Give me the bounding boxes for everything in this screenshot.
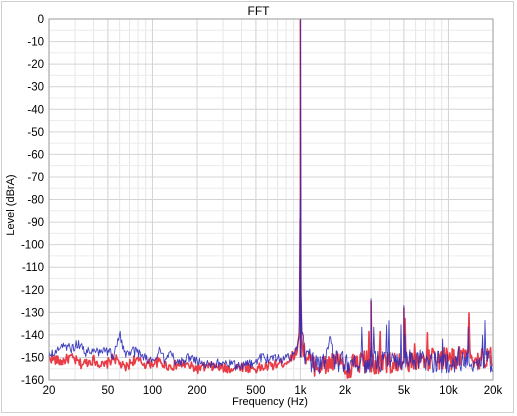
y-tick-label: -50 xyxy=(27,127,44,139)
x-tick-label: 100 xyxy=(143,385,162,397)
y-tick-label: -60 xyxy=(27,149,44,161)
y-tick-label: -130 xyxy=(21,307,44,319)
y-tick-label: -140 xyxy=(21,330,44,342)
y-tick-label: -40 xyxy=(27,104,44,116)
x-tick-label: 5k xyxy=(398,385,410,397)
y-tick-label: -80 xyxy=(27,195,44,207)
x-tick-label: 2k xyxy=(339,385,351,397)
y-tick-label: -160 xyxy=(21,375,44,387)
fft-plot[interactable]: 0 -10 -20 -30 -40 -50 -60 -70 -80 -90 -100 -110 -120… xyxy=(0,0,517,416)
x-tick-label: 500 xyxy=(246,385,265,397)
x-tick-label: 20k xyxy=(484,385,503,397)
y-tick-label: -20 xyxy=(27,59,44,71)
x-tick-label: 200 xyxy=(187,385,206,397)
y-tick-label: -90 xyxy=(27,217,44,229)
x-tick-label: 50 xyxy=(101,385,114,397)
y-tick-label: 0 xyxy=(38,14,44,26)
y-tick-label: -150 xyxy=(21,352,44,364)
fft-chart-window: FFT Level (dBrA) Frequency (Hz) 0 -10 -20-… xyxy=(0,0,517,416)
y-tick-label: -70 xyxy=(27,172,44,184)
y-tick-label: -110 xyxy=(22,262,44,274)
y-tick-label: -120 xyxy=(21,285,44,297)
x-tick-label: 1k xyxy=(294,385,306,397)
y-tick-label: -10 xyxy=(27,37,44,49)
x-tick-label: 10k xyxy=(439,385,458,397)
y-tick-label: -100 xyxy=(21,240,44,252)
y-tick-label: -30 xyxy=(27,82,44,94)
x-tick-label: 20 xyxy=(43,385,56,397)
